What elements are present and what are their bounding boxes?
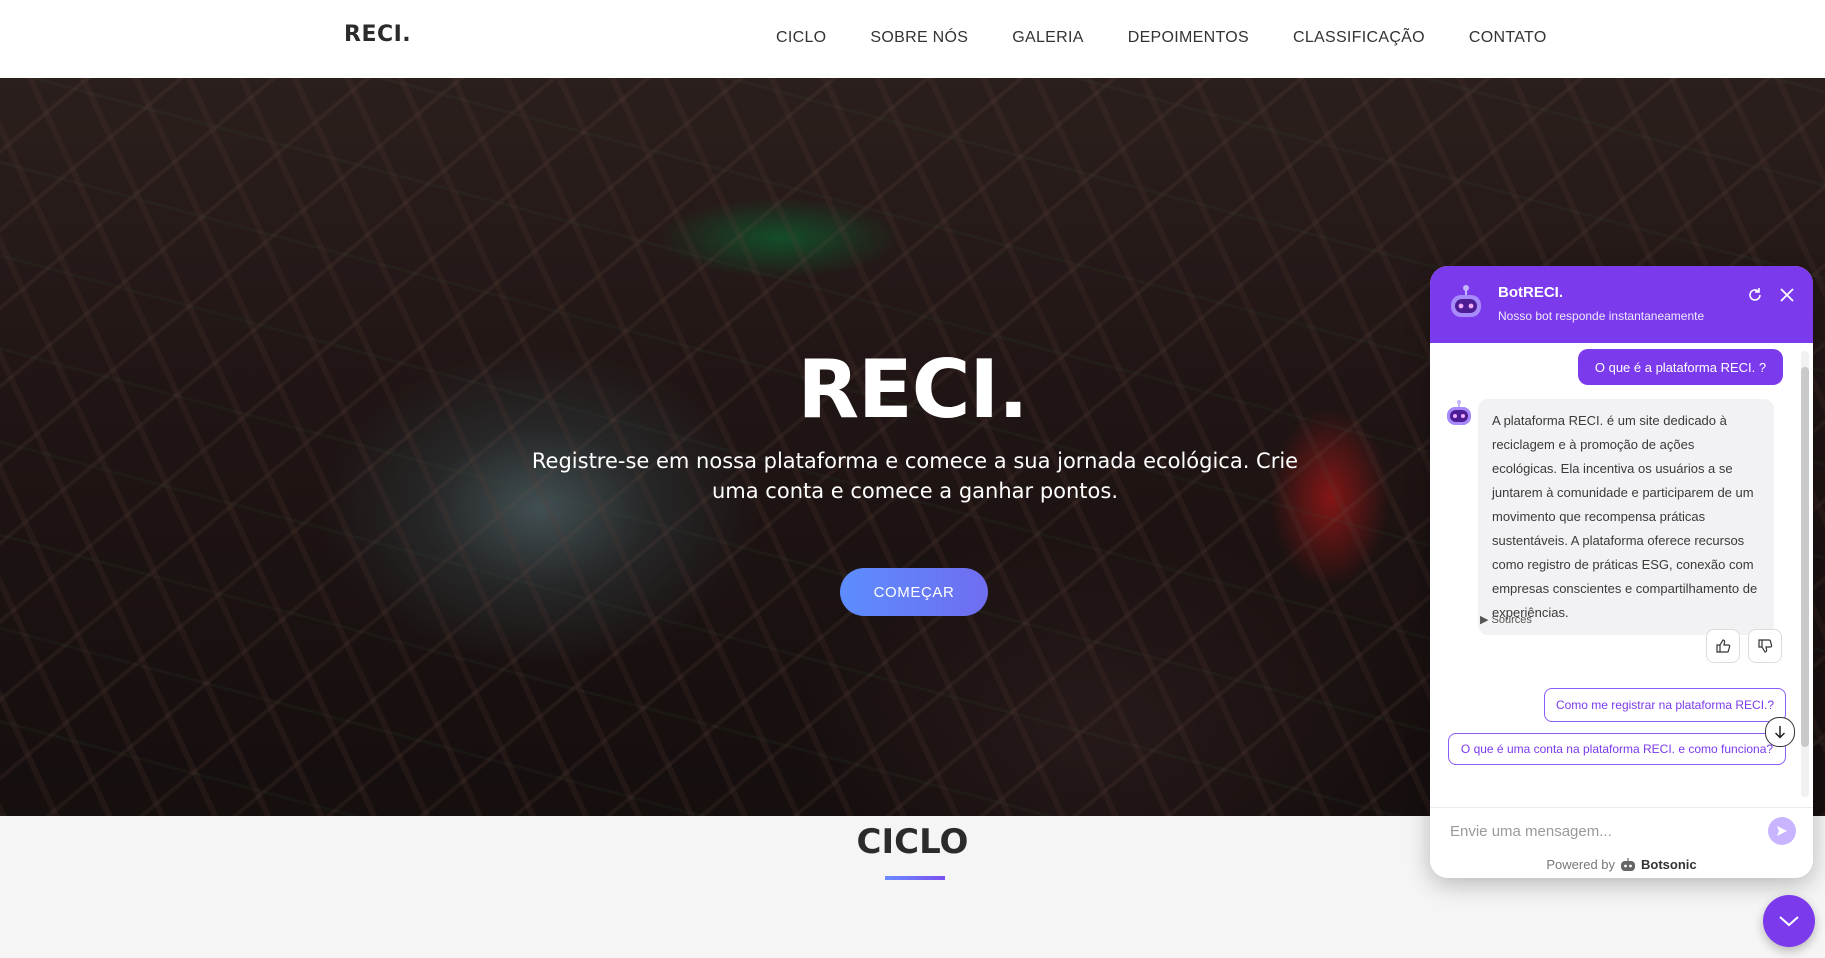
sources-label: Sources — [1491, 614, 1532, 626]
suggestion-chip-account[interactable]: O que é uma conta na plataforma RECI. e … — [1448, 733, 1786, 765]
chat-message-input[interactable] — [1448, 816, 1752, 846]
arrow-down-icon — [1774, 726, 1786, 739]
thumbs-up-icon — [1716, 639, 1731, 653]
refresh-chat-button[interactable] — [1744, 284, 1766, 306]
bot-avatar-icon — [1451, 285, 1481, 317]
chat-scrollbar[interactable] — [1801, 351, 1809, 797]
nav-link-galeria[interactable]: GALERIA — [1012, 29, 1083, 47]
send-icon — [1777, 826, 1787, 836]
site-header: RECI. CICLO SOBRE NÓS GALERIA DEPOIMENTO… — [0, 0, 1825, 79]
send-message-button[interactable] — [1768, 817, 1796, 845]
main-nav: CICLO SOBRE NÓS GALERIA DEPOIMENTOS CLAS… — [776, 29, 1547, 47]
suggestion-chip-register[interactable]: Como me registrar na plataforma RECI.? — [1544, 688, 1786, 722]
powered-by-label: Powered by — [1546, 857, 1616, 872]
nav-link-classificacao[interactable]: CLASSIFICAÇÃO — [1293, 29, 1425, 47]
chat-bot-name: BotRECI. — [1498, 284, 1563, 301]
nav-link-depoimentos[interactable]: DEPOIMENTOS — [1128, 29, 1249, 47]
hero-subtitle: Registre-se em nossa plataforma e comece… — [531, 449, 1299, 503]
chat-launcher-button[interactable] — [1763, 895, 1815, 947]
bot-message-avatar-icon — [1447, 400, 1471, 425]
scroll-to-bottom-button[interactable] — [1765, 717, 1795, 747]
bot-message: A plataforma RECI. é um site dedicado à … — [1478, 399, 1774, 635]
close-icon — [1780, 288, 1794, 302]
chat-scrollbar-thumb[interactable] — [1801, 367, 1809, 747]
close-chat-button[interactable] — [1776, 284, 1798, 306]
botsonic-logo-icon — [1621, 857, 1636, 871]
thumbs-up-button[interactable] — [1706, 629, 1740, 663]
nav-link-ciclo[interactable]: CICLO — [776, 29, 826, 47]
chevron-down-icon — [1779, 916, 1799, 927]
chat-messages[interactable]: O que é a plataforma RECI. ? A plataform… — [1430, 343, 1813, 807]
thumbs-down-button[interactable] — [1748, 629, 1782, 663]
nav-link-contato[interactable]: CONTATO — [1469, 29, 1547, 47]
user-message: O que é a plataforma RECI. ? — [1578, 349, 1783, 385]
start-button[interactable]: COMEÇAR — [840, 568, 988, 616]
nav-link-sobre-nos[interactable]: SOBRE NÓS — [870, 29, 968, 47]
chat-bot-description: Nosso bot responde instantaneamente — [1498, 309, 1705, 323]
brand-logo[interactable]: RECI. — [344, 22, 411, 47]
chat-input-bar — [1430, 807, 1813, 852]
chat-widget: BotRECI. Nosso bot responde instantaneam… — [1430, 266, 1813, 878]
thumbs-down-icon — [1758, 639, 1773, 653]
chat-header: BotRECI. Nosso bot responde instantaneam… — [1430, 266, 1813, 343]
refresh-icon — [1749, 288, 1761, 301]
sources-toggle[interactable]: ▶ Sources — [1480, 613, 1532, 626]
section-title-underline — [885, 876, 945, 880]
powered-by-brand[interactable]: Botsonic — [1641, 857, 1697, 872]
caret-right-icon: ▶ — [1480, 614, 1489, 626]
powered-by-footer: Powered by Botsonic — [1430, 851, 1813, 878]
